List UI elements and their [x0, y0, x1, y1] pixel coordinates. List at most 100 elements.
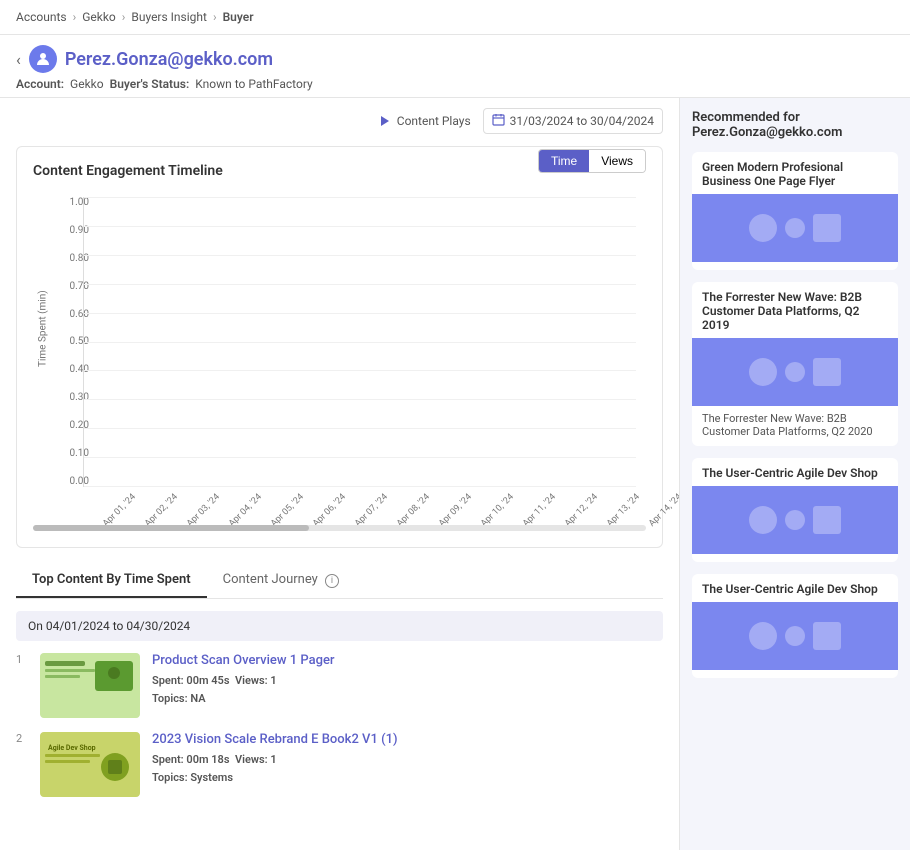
rec-item-1: Green Modern Profesional Business One Pa…: [692, 152, 898, 270]
x-label: Apr 02, '24: [143, 492, 180, 529]
rec-thumbnail-2: [692, 338, 898, 406]
rec-thumbnail-4: [692, 602, 898, 670]
chart-gridlines: [84, 197, 636, 486]
thumb-image-2: Agile Dev Shop: [40, 732, 140, 797]
scrollbar-thumb: [33, 525, 309, 531]
time-button[interactable]: Time: [539, 150, 589, 172]
x-label: Apr 04, '24: [227, 492, 264, 529]
header: ‹ Perez.Gonza@gekko.com Account: Gekko B…: [0, 35, 910, 98]
chart-title: Content Engagement Timeline: [33, 163, 223, 179]
chart-area: Time Spent (min) 1.00 0.90 0.80 0.70 0.6…: [33, 197, 646, 517]
breadcrumb-buyers-insight[interactable]: Buyers Insight: [131, 10, 207, 24]
status-value: Known to PathFactory: [195, 77, 312, 91]
item-thumbnail-2: Agile Dev Shop: [40, 732, 140, 797]
breadcrumb-sep-1: ›: [73, 10, 77, 24]
chart-container: Content Engagement Timeline Time Views T…: [16, 146, 663, 548]
rec-caption-2: The Forrester New Wave: B2B Customer Dat…: [692, 406, 898, 438]
x-label: Apr 07, '24: [353, 492, 390, 529]
x-label: Apr 05, '24: [269, 492, 306, 529]
play-icon: [378, 114, 392, 128]
x-label: Apr 08, '24: [395, 492, 432, 529]
right-panel: Recommended for Perez.Gonza@gekko.com Gr…: [680, 98, 910, 850]
account-value: Gekko: [70, 77, 104, 91]
x-label: Apr 14, '24: [648, 492, 680, 529]
y-axis-label: Time Spent (min): [38, 290, 49, 367]
breadcrumb: Accounts › Gekko › Buyers Insight › Buye…: [0, 0, 910, 35]
content-plays-label: Content Plays: [397, 114, 471, 128]
rec-title-2[interactable]: The Forrester New Wave: B2B Customer Dat…: [692, 282, 898, 338]
rec-item-3: The User-Centric Agile Dev Shop: [692, 458, 898, 562]
rec-shape-circle-7: [749, 622, 777, 650]
x-label: Apr 06, '24: [311, 492, 348, 529]
main-layout: Content Plays 31/03/2024 to 30/04/2024 C…: [0, 98, 910, 850]
rec-shape-circle-5: [749, 506, 777, 534]
date-range-button[interactable]: 31/03/2024 to 30/04/2024: [483, 108, 663, 134]
content-plays-button[interactable]: Content Plays: [378, 114, 471, 128]
chart-controls: Time Views: [538, 149, 646, 173]
rec-shape-circle-8: [785, 626, 805, 646]
tab-top-content[interactable]: Top Content By Time Spent: [16, 564, 207, 598]
rec-shape-circle-2: [785, 218, 805, 238]
list-item: 1 Product Scan Overview 1 Pager Spent: 0: [16, 653, 663, 718]
chart-plot: [83, 197, 636, 487]
buyer-email[interactable]: Perez.Gonza@gekko.com: [65, 49, 273, 70]
x-label: Apr 01, '24: [101, 492, 138, 529]
toolbar-row: Content Plays 31/03/2024 to 30/04/2024: [16, 108, 663, 134]
rec-shape-envelope-4: [813, 622, 841, 650]
rec-shape-circle-3: [749, 358, 777, 386]
breadcrumb-current: Buyer: [223, 10, 254, 24]
item-title-1[interactable]: Product Scan Overview 1 Pager: [152, 653, 663, 668]
item-number-1: 1: [16, 653, 28, 666]
rec-shape-envelope-1: [813, 214, 841, 242]
scrollbar-track[interactable]: [33, 525, 646, 531]
info-icon[interactable]: i: [325, 574, 339, 588]
x-axis: Apr 01, '24Apr 02, '24Apr 03, '24Apr 04,…: [95, 507, 636, 517]
item-meta-2: Spent: 00m 18s Views: 1 Topics: Systems: [152, 751, 663, 786]
item-info-1: Product Scan Overview 1 Pager Spent: 00m…: [152, 653, 663, 707]
item-meta-1: Spent: 00m 45s Views: 1 Topics: NA: [152, 672, 663, 707]
breadcrumb-gekko[interactable]: Gekko: [82, 10, 116, 24]
tabs: Top Content By Time Spent Content Journe…: [16, 564, 663, 599]
filter-text: On 04/01/2024 to 04/30/2024: [28, 619, 190, 633]
svg-text:Agile Dev Shop: Agile Dev Shop: [48, 744, 96, 752]
thumb-image-1: [40, 653, 140, 718]
rec-title-4[interactable]: The User-Centric Agile Dev Shop: [692, 574, 898, 602]
status-label: Buyer's Status:: [110, 77, 190, 91]
item-info-2: 2023 Vision Scale Rebrand E Book2 V1 (1)…: [152, 732, 663, 786]
back-button[interactable]: ‹: [16, 50, 21, 69]
account-label: Account:: [16, 77, 64, 91]
x-label: Apr 10, '24: [479, 492, 516, 529]
calendar-icon: [492, 113, 505, 129]
tab-content-journey[interactable]: Content Journey i: [207, 564, 355, 598]
breadcrumb-accounts[interactable]: Accounts: [16, 10, 67, 24]
views-button[interactable]: Views: [589, 150, 645, 172]
item-thumbnail-1: [40, 653, 140, 718]
rec-title-3[interactable]: The User-Centric Agile Dev Shop: [692, 458, 898, 486]
breadcrumb-sep-3: ›: [213, 10, 217, 24]
rec-shape-envelope-3: [813, 506, 841, 534]
left-panel: Content Plays 31/03/2024 to 30/04/2024 C…: [0, 98, 680, 850]
item-title-2[interactable]: 2023 Vision Scale Rebrand E Book2 V1 (1): [152, 732, 663, 747]
x-label: Apr 12, '24: [563, 492, 600, 529]
rec-thumbnail-3: [692, 486, 898, 554]
rec-title-1[interactable]: Green Modern Profesional Business One Pa…: [692, 152, 898, 194]
x-label: Apr 13, '24: [606, 492, 643, 529]
rec-shape-circle-6: [785, 510, 805, 530]
x-label: Apr 09, '24: [437, 492, 474, 529]
rec-shape-envelope-2: [813, 358, 841, 386]
rec-shape-circle-1: [749, 214, 777, 242]
user-avatar-icon: [29, 45, 57, 73]
rec-thumbnail-1: [692, 194, 898, 262]
filter-bar: On 04/01/2024 to 04/30/2024: [16, 611, 663, 641]
x-label: Apr 11, '24: [521, 492, 558, 529]
content-list: 1 Product Scan Overview 1 Pager Spent: 0: [16, 653, 663, 797]
date-range-value: 31/03/2024 to 30/04/2024: [510, 114, 654, 128]
rec-item-4: The User-Centric Agile Dev Shop: [692, 574, 898, 678]
rec-shape-circle-4: [785, 362, 805, 382]
rec-item-2: The Forrester New Wave: B2B Customer Dat…: [692, 282, 898, 446]
recommended-title: Recommended for Perez.Gonza@gekko.com: [692, 110, 898, 140]
list-item: 2 Agile Dev Shop 2023 Vision Scale Rebra…: [16, 732, 663, 797]
item-number-2: 2: [16, 732, 28, 745]
x-label: Apr 03, '24: [185, 492, 222, 529]
breadcrumb-sep-2: ›: [122, 10, 126, 24]
